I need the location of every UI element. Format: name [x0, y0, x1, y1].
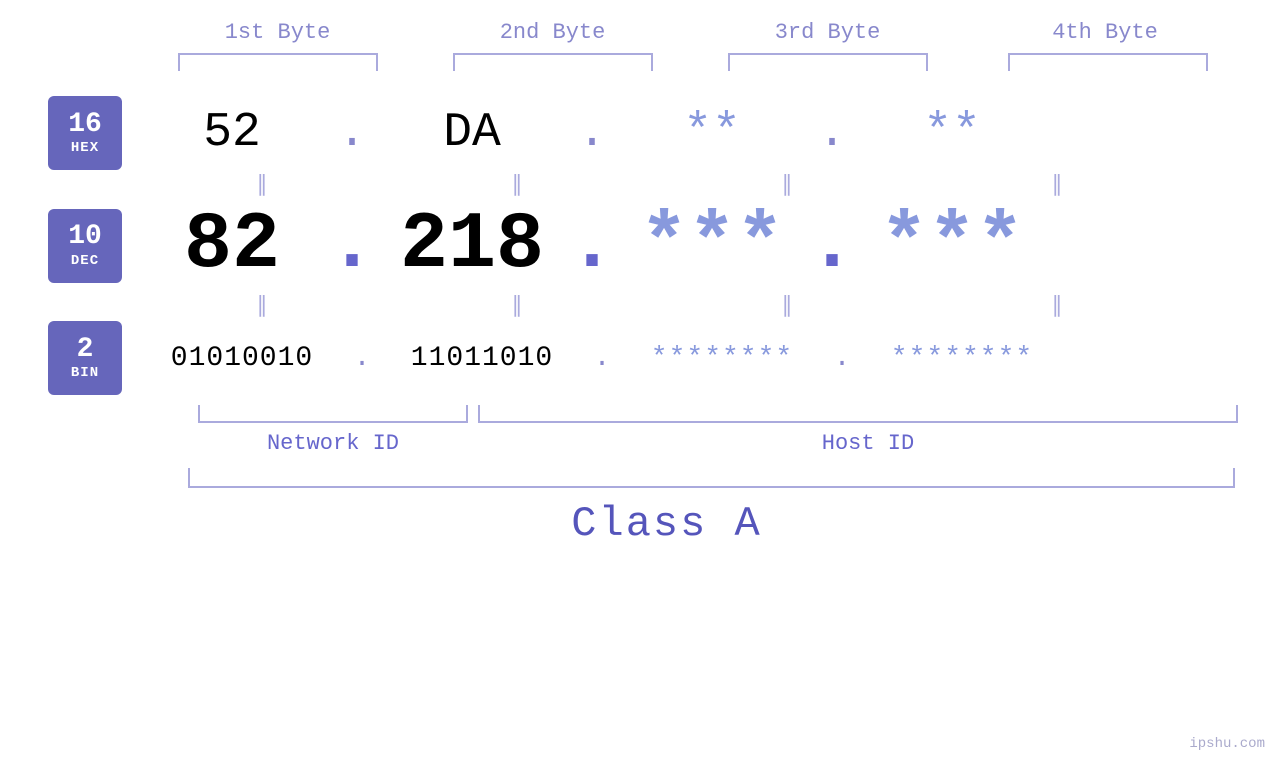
eq1-b3: ∥ [652, 172, 922, 198]
bottom-brackets [48, 405, 1285, 423]
hex-sep3: . [802, 106, 862, 160]
hex-badge-label: HEX [71, 140, 99, 156]
dec-sep2: . [562, 200, 622, 291]
dec-badge: 10 DEC [48, 209, 122, 283]
hex-b1: 52 [142, 106, 322, 160]
byte2-label: 2nd Byte [415, 20, 690, 45]
bracket-byte1 [178, 53, 378, 71]
dec-row: 10 DEC 82 . 218 . *** . *** [48, 200, 1285, 291]
hex-b4: ** [862, 106, 1042, 160]
bin-badge-number: 2 [77, 335, 94, 366]
byte1-label: 1st Byte [140, 20, 415, 45]
dec-values: 82 . 218 . *** . *** [142, 200, 1285, 291]
watermark: ipshu.com [1189, 736, 1265, 752]
dec-sep3: . [802, 200, 862, 291]
eq2-b1: ∥ [142, 293, 382, 319]
hex-sep2: . [562, 106, 622, 160]
eq2-b4: ∥ [922, 293, 1192, 319]
hex-b3: ** [622, 106, 802, 160]
hex-badge: 16 HEX [48, 96, 122, 170]
main-container: 1st Byte 2nd Byte 3rd Byte 4th Byte 16 H… [0, 0, 1285, 767]
eq2-b3: ∥ [652, 293, 922, 319]
class-bracket [188, 468, 1235, 488]
host-id-label: Host ID [488, 431, 1248, 456]
hex-row: 16 HEX 52 . DA . ** . ** [48, 96, 1285, 170]
bin-sep2: . [582, 343, 622, 374]
bin-b1: 01010010 [142, 343, 342, 374]
bin-badge-label: BIN [71, 365, 99, 381]
equals-row-2: ∥ ∥ ∥ ∥ [48, 293, 1285, 319]
top-brackets [0, 53, 1208, 71]
hex-b2: DA [382, 106, 562, 160]
eq1-b4: ∥ [922, 172, 1192, 198]
bin-values: 01010010 . 11011010 . ******** . *******… [142, 343, 1285, 374]
id-labels-row: Network ID Host ID [48, 431, 1285, 456]
bin-b2: 11011010 [382, 343, 582, 374]
class-label: Class A [48, 500, 1285, 548]
bin-row: 2 BIN 01010010 . 11011010 . ******** . *… [48, 321, 1285, 395]
network-id-label: Network ID [188, 431, 478, 456]
bracket-byte4 [1008, 53, 1208, 71]
dec-b2: 218 [382, 200, 562, 291]
content-area: 16 HEX 52 . DA . ** . ** ∥ ∥ ∥ ∥ 10 [0, 81, 1285, 548]
eq1-b2: ∥ [382, 172, 652, 198]
bin-badge: 2 BIN [48, 321, 122, 395]
bin-b3: ******** [622, 343, 822, 374]
eq2-b2: ∥ [382, 293, 652, 319]
dec-b4: *** [862, 200, 1042, 291]
equals-row-1: ∥ ∥ ∥ ∥ [48, 172, 1285, 198]
bracket-byte2 [453, 53, 653, 71]
class-section: Class A [48, 468, 1285, 548]
dec-b3: *** [622, 200, 802, 291]
dec-b1: 82 [142, 200, 322, 291]
byte4-label: 4th Byte [965, 20, 1245, 45]
dec-sep1: . [322, 200, 382, 291]
hex-badge-number: 16 [68, 110, 102, 141]
host-id-bracket [478, 405, 1238, 423]
eq1-b1: ∥ [142, 172, 382, 198]
bracket-byte3 [728, 53, 928, 71]
bin-sep3: . [822, 343, 862, 374]
dec-badge-number: 10 [68, 222, 102, 253]
dec-badge-label: DEC [71, 253, 99, 269]
bin-b4: ******** [862, 343, 1062, 374]
byte3-label: 3rd Byte [690, 20, 965, 45]
network-id-bracket [198, 405, 468, 423]
header-row: 1st Byte 2nd Byte 3rd Byte 4th Byte [0, 20, 1285, 45]
hex-sep1: . [322, 106, 382, 160]
bin-sep1: . [342, 343, 382, 374]
hex-values: 52 . DA . ** . ** [142, 106, 1285, 160]
